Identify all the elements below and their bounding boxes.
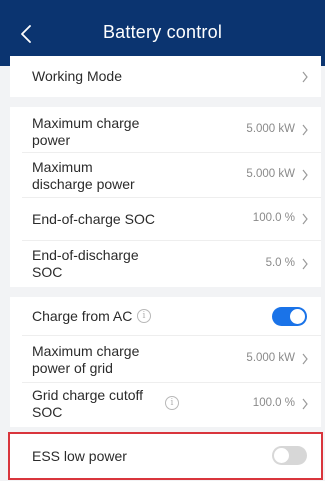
battery-settings-card: Maximum charge power 5.000 kW Maximum di…: [10, 107, 321, 287]
working-mode-row[interactable]: Working Mode: [10, 56, 321, 97]
max-charge-power-row[interactable]: Maximum charge power 5.000 kW: [10, 107, 321, 152]
ac-charge-card: Charge from AC i Maximum charge power of…: [10, 297, 321, 427]
grid-charge-cutoff-soc-value: 100.0 %: [252, 397, 295, 409]
end-of-charge-soc-label: End-of-charge SOC: [32, 211, 155, 227]
end-of-discharge-soc-row[interactable]: End-of-discharge SOC 5.0 %: [10, 241, 321, 287]
chevron-right-icon: [302, 258, 308, 270]
chevron-right-icon: [302, 398, 308, 410]
max-charge-power-value: 5.000 kW: [246, 123, 295, 135]
highlight-box: [8, 432, 323, 480]
toggle-knob: [290, 309, 305, 324]
grid-charge-cutoff-soc-label-line2: SOC: [32, 404, 63, 420]
end-of-discharge-soc-label-line2: SOC: [32, 264, 63, 280]
chevron-right-icon: [302, 213, 308, 225]
end-of-discharge-soc-value: 5.0 %: [265, 257, 295, 269]
working-mode-card: Working Mode: [10, 56, 321, 97]
charge-from-ac-label: Charge from AC: [32, 308, 133, 324]
charge-from-ac-toggle[interactable]: [272, 307, 307, 326]
max-charge-power-label-line2: power: [32, 132, 71, 148]
max-charge-power-label-line1: Maximum charge: [32, 115, 140, 131]
end-of-discharge-soc-label-line1: End-of-discharge: [32, 247, 139, 263]
charge-from-ac-row: Charge from AC i: [10, 297, 321, 335]
max-discharge-power-label-line1: Maximum: [32, 159, 93, 175]
max-discharge-power-label-line2: discharge power: [32, 176, 135, 192]
max-discharge-power-row[interactable]: Maximum discharge power 5.000 kW: [10, 153, 321, 197]
grid-charge-cutoff-soc-row[interactable]: Grid charge cutoff SOC i 100.0 %: [10, 383, 321, 427]
end-of-charge-soc-value: 100.0 %: [252, 212, 295, 224]
grid-charge-cutoff-soc-label-line1: Grid charge cutoff: [32, 387, 144, 403]
chevron-right-icon: [302, 71, 308, 83]
max-charge-power-grid-value: 5.000 kW: [246, 352, 295, 364]
max-charge-power-grid-label-line2: power of grid: [32, 360, 113, 376]
info-icon[interactable]: i: [165, 396, 179, 410]
page-title: Battery control: [102, 22, 223, 42]
max-charge-power-grid-label-line1: Maximum charge: [32, 343, 140, 359]
working-mode-label: Working Mode: [32, 68, 123, 84]
chevron-right-icon: [302, 124, 308, 136]
end-of-charge-soc-row[interactable]: End-of-charge SOC 100.0 %: [10, 198, 321, 240]
max-charge-power-grid-row[interactable]: Maximum charge power of grid 5.000 kW: [10, 336, 321, 382]
chevron-right-icon: [302, 353, 308, 365]
max-discharge-power-value: 5.000 kW: [246, 168, 295, 180]
chevron-right-icon: [302, 169, 308, 181]
info-icon[interactable]: i: [137, 309, 151, 323]
